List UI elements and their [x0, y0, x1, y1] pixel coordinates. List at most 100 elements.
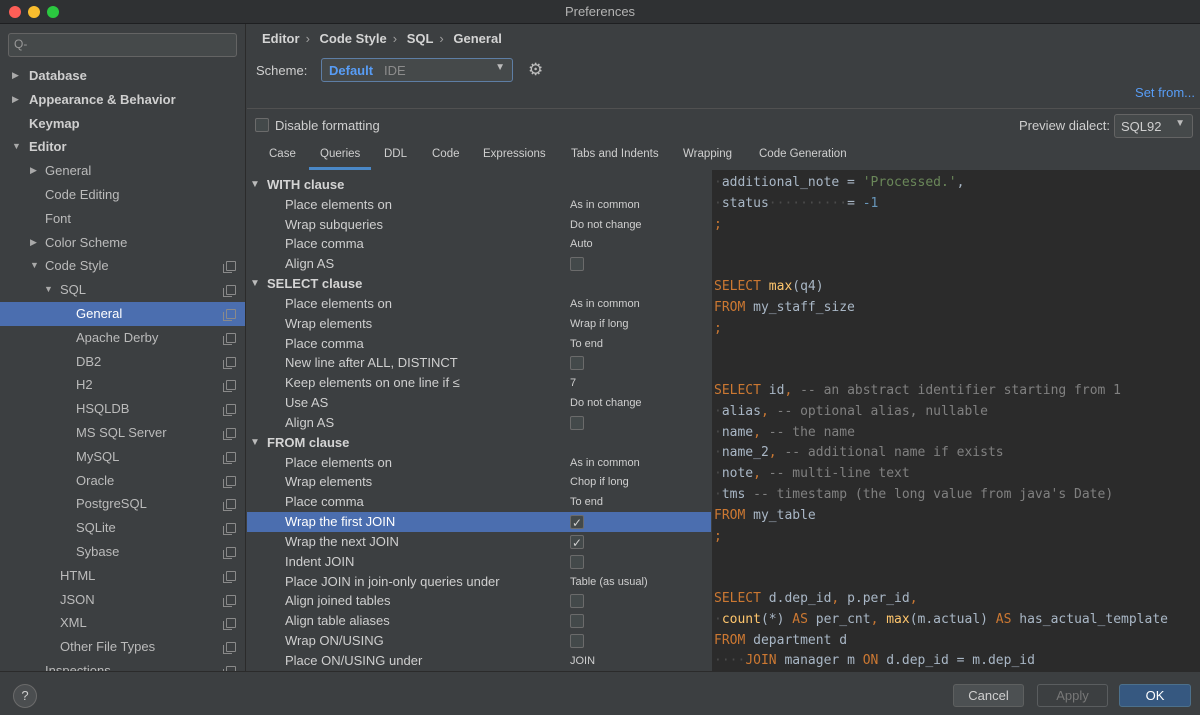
help-button[interactable]: ?	[13, 684, 37, 708]
sidebar-item-code-editing[interactable]: Code Editing	[0, 183, 245, 207]
option-row-place-join-in-join-only-queries-under[interactable]: Place JOIN in join-only queries under Tab…	[247, 572, 711, 592]
sidebar-item-h2[interactable]: H2	[0, 373, 245, 397]
tab-code[interactable]: Code	[432, 148, 460, 160]
option-row-place-elements-on[interactable]: Place elements on As in common	[247, 294, 711, 314]
sidebar-item-code-style[interactable]: ▼ Code Style	[0, 254, 245, 278]
expanded-arrow-icon[interactable]: ▼	[30, 254, 39, 278]
preview-dialect-dropdown[interactable]: SQL92 ▼	[1114, 114, 1193, 138]
sidebar-item-json[interactable]: JSON	[0, 588, 245, 612]
option-row-align-as[interactable]: Align AS	[247, 254, 711, 274]
sidebar-item-sybase[interactable]: Sybase	[0, 540, 245, 564]
tab-ddl[interactable]: DDL	[384, 148, 407, 160]
sidebar-item-mysql[interactable]: MySQL	[0, 445, 245, 469]
collapsed-arrow-icon[interactable]: ▶	[30, 231, 37, 255]
sidebar-item-apache-derby[interactable]: Apache Derby	[0, 326, 245, 350]
option-value[interactable]: As in common	[570, 453, 640, 473]
option-row-place-elements-on[interactable]: Place elements on As in common	[247, 453, 711, 473]
section-header-select-clause[interactable]: ▼ SELECT clause	[247, 274, 711, 294]
settings-search-input[interactable]: Q-	[8, 33, 237, 57]
option-checkbox[interactable]	[570, 513, 584, 533]
collapsed-arrow-icon[interactable]: ▶	[30, 159, 37, 183]
option-row-wrap-elements[interactable]: Wrap elements Wrap if long	[247, 314, 711, 334]
option-row-wrap-elements[interactable]: Wrap elements Chop if long	[247, 472, 711, 492]
option-row-place-comma[interactable]: Place comma Auto	[247, 234, 711, 254]
apply-button[interactable]: Apply	[1037, 684, 1108, 707]
option-value[interactable]: Do not change	[570, 215, 642, 235]
sidebar-item-database[interactable]: ▶ Database	[0, 64, 245, 88]
collapsed-arrow-icon[interactable]: ▶	[12, 64, 19, 88]
option-value[interactable]: 7	[570, 373, 576, 393]
scheme-dropdown[interactable]: Default IDE ▼	[321, 58, 513, 82]
sidebar-item-font[interactable]: Font	[0, 207, 245, 231]
option-value[interactable]: To end	[570, 334, 603, 354]
option-checkbox[interactable]	[570, 594, 584, 609]
section-header-from-clause[interactable]: ▼ FROM clause	[247, 433, 711, 453]
expanded-arrow-icon[interactable]: ▼	[250, 433, 260, 453]
sidebar-item-keymap[interactable]: Keymap	[0, 112, 245, 136]
expanded-arrow-icon[interactable]: ▼	[44, 278, 53, 302]
sidebar-item-oracle[interactable]: Oracle	[0, 469, 245, 493]
section-header-with-clause[interactable]: ▼ WITH clause	[247, 175, 711, 195]
tab-queries[interactable]: Queries	[308, 148, 372, 170]
cancel-button[interactable]: Cancel	[953, 684, 1024, 707]
sidebar-item-sqlite[interactable]: SQLite	[0, 516, 245, 540]
option-row-keep-elements-on-one-line-if[interactable]: Keep elements on one line if ≤ 7	[247, 373, 711, 393]
tab-expressions[interactable]: Expressions	[483, 148, 546, 160]
expanded-arrow-icon[interactable]: ▼	[250, 175, 260, 195]
option-row-align-joined-tables[interactable]: Align joined tables	[247, 591, 711, 611]
gear-icon[interactable]: ⚙	[528, 60, 543, 80]
option-row-wrap-on-using[interactable]: Wrap ON/USING	[247, 631, 711, 651]
tab-code-generation[interactable]: Code Generation	[759, 148, 847, 160]
option-value[interactable]: Chop if long	[570, 472, 629, 492]
sidebar-item-sql[interactable]: ▼ SQL	[0, 278, 245, 302]
option-value[interactable]: As in common	[570, 195, 640, 215]
option-row-align-as[interactable]: Align AS	[247, 413, 711, 433]
sidebar-item-color-scheme[interactable]: ▶ Color Scheme	[0, 231, 245, 255]
option-row-use-as[interactable]: Use AS Do not change	[247, 393, 711, 413]
sidebar-item-other-file-types[interactable]: Other File Types	[0, 635, 245, 659]
option-row-place-on-using-under[interactable]: Place ON/USING under JOIN	[247, 651, 711, 671]
option-value[interactable]: To end	[570, 492, 603, 512]
sidebar-item-general[interactable]: ▶ General	[0, 159, 245, 183]
option-checkbox[interactable]	[570, 634, 584, 649]
option-row-place-elements-on[interactable]: Place elements on As in common	[247, 195, 711, 215]
option-row-align-table-aliases[interactable]: Align table aliases	[247, 611, 711, 631]
option-value[interactable]: Do not change	[570, 393, 642, 413]
option-value[interactable]: Auto	[570, 234, 593, 254]
set-from-link[interactable]: Set from...	[1135, 85, 1195, 100]
sidebar-item-general[interactable]: General	[0, 301, 245, 326]
tab-case[interactable]: Case	[269, 148, 296, 160]
option-row-indent-join[interactable]: Indent JOIN	[247, 552, 711, 572]
option-value[interactable]: As in common	[570, 294, 640, 314]
sidebar-item-db2[interactable]: DB2	[0, 350, 245, 374]
sidebar-item-html[interactable]: HTML	[0, 564, 245, 588]
sidebar-item-postgresql[interactable]: PostgreSQL	[0, 492, 245, 516]
option-checkbox[interactable]	[570, 257, 584, 272]
ok-button[interactable]: OK	[1119, 684, 1191, 707]
sidebar-item-xml[interactable]: XML	[0, 611, 245, 635]
tab-tabs-and-indents[interactable]: Tabs and Indents	[571, 148, 659, 160]
option-value[interactable]: Wrap if long	[570, 314, 629, 334]
expanded-arrow-icon[interactable]: ▼	[12, 135, 21, 159]
sidebar-item-appearance-behavior[interactable]: ▶ Appearance & Behavior	[0, 88, 245, 112]
sidebar-item-inspections[interactable]: Inspections	[0, 659, 245, 671]
option-row-wrap-subqueries[interactable]: Wrap subqueries Do not change	[247, 215, 711, 235]
expanded-arrow-icon[interactable]: ▼	[250, 274, 260, 294]
option-value[interactable]: Table (as usual)	[570, 572, 648, 592]
disable-formatting-checkbox[interactable]	[255, 118, 269, 132]
option-checkbox[interactable]	[570, 614, 584, 629]
tab-wrapping[interactable]: Wrapping	[683, 148, 732, 160]
sidebar-item-editor[interactable]: ▼ Editor	[0, 135, 245, 159]
option-row-wrap-the-next-join[interactable]: Wrap the next JOIN	[247, 532, 711, 553]
collapsed-arrow-icon[interactable]: ▶	[12, 88, 19, 112]
option-checkbox[interactable]	[570, 533, 584, 553]
option-checkbox[interactable]	[570, 415, 584, 430]
option-row-wrap-the-first-join[interactable]: Wrap the first JOIN	[247, 512, 711, 533]
sidebar-item-hsqldb[interactable]: HSQLDB	[0, 397, 245, 421]
option-row-new-line-after-all-distinct[interactable]: New line after ALL, DISTINCT	[247, 353, 711, 373]
sidebar-item-ms-sql-server[interactable]: MS SQL Server	[0, 421, 245, 445]
option-value[interactable]: JOIN	[570, 651, 595, 671]
option-checkbox[interactable]	[570, 554, 584, 569]
option-row-place-comma[interactable]: Place comma To end	[247, 492, 711, 512]
option-row-place-comma[interactable]: Place comma To end	[247, 334, 711, 354]
